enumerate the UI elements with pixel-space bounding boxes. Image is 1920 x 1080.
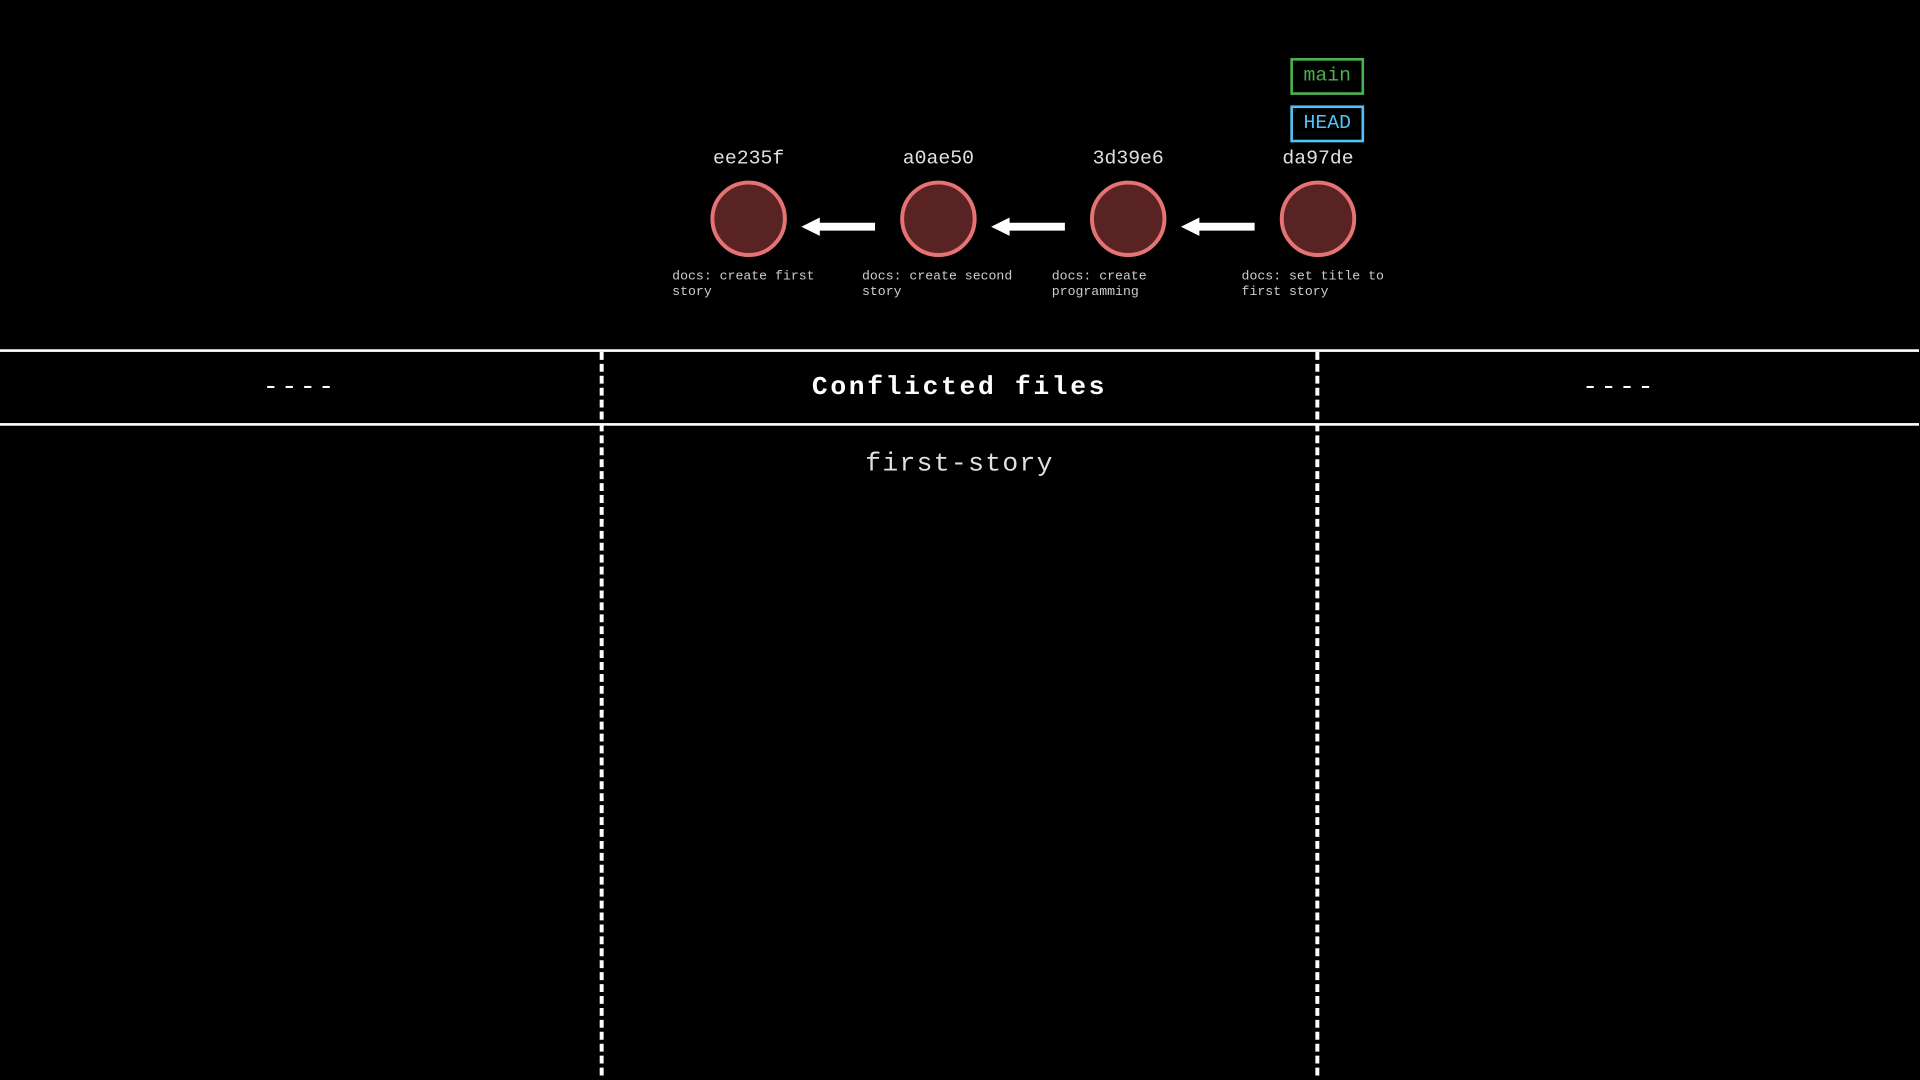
panel-header-title-label: Conflicted files bbox=[812, 372, 1107, 402]
commit-dot-icon bbox=[1280, 181, 1356, 257]
panel-header-right-label: ---- bbox=[1582, 372, 1656, 402]
panel-header-left-label: ---- bbox=[263, 372, 337, 402]
conflicted-file[interactable]: first-story bbox=[600, 449, 1320, 479]
commit-message: docs: create programming bbox=[1049, 270, 1207, 302]
parent-arrow-icon bbox=[801, 214, 875, 240]
commit-message: docs: set title to first story bbox=[1239, 270, 1397, 302]
commit-node: da97de docs: set title to first story bbox=[1239, 148, 1397, 302]
commit-hash: ee235f bbox=[670, 148, 828, 170]
conflict-panel-body: first-story bbox=[0, 426, 1919, 1076]
head-ref-label: HEAD bbox=[1304, 112, 1351, 134]
commit-dot-icon bbox=[900, 181, 976, 257]
branch-ref-main: main bbox=[1290, 58, 1364, 95]
head-ref: HEAD bbox=[1290, 105, 1364, 142]
branch-ref-label: main bbox=[1304, 65, 1351, 87]
commit-message: docs: create first story bbox=[670, 270, 828, 302]
conflict-panel: ---- Conflicted files ---- first-story bbox=[0, 349, 1919, 1075]
commit-hash: a0ae50 bbox=[859, 148, 1017, 170]
git-graph: main HEAD ee235f docs: create first stor… bbox=[0, 0, 1919, 349]
panel-header-right: ---- bbox=[1319, 352, 1919, 423]
panel-header-title: Conflicted files bbox=[600, 352, 1320, 423]
parent-arrow-icon bbox=[1181, 214, 1255, 240]
commit-message: docs: create second story bbox=[859, 270, 1017, 302]
conflict-panel-header: ---- Conflicted files ---- bbox=[0, 352, 1919, 426]
commit-hash: 3d39e6 bbox=[1049, 148, 1207, 170]
conflicted-file-name: first-story bbox=[865, 449, 1054, 479]
commit-dot-icon bbox=[710, 181, 786, 257]
commit-dot-icon bbox=[1090, 181, 1166, 257]
commit-hash: da97de bbox=[1239, 148, 1397, 170]
parent-arrow-icon bbox=[991, 214, 1065, 240]
panel-header-left: ---- bbox=[0, 352, 600, 423]
